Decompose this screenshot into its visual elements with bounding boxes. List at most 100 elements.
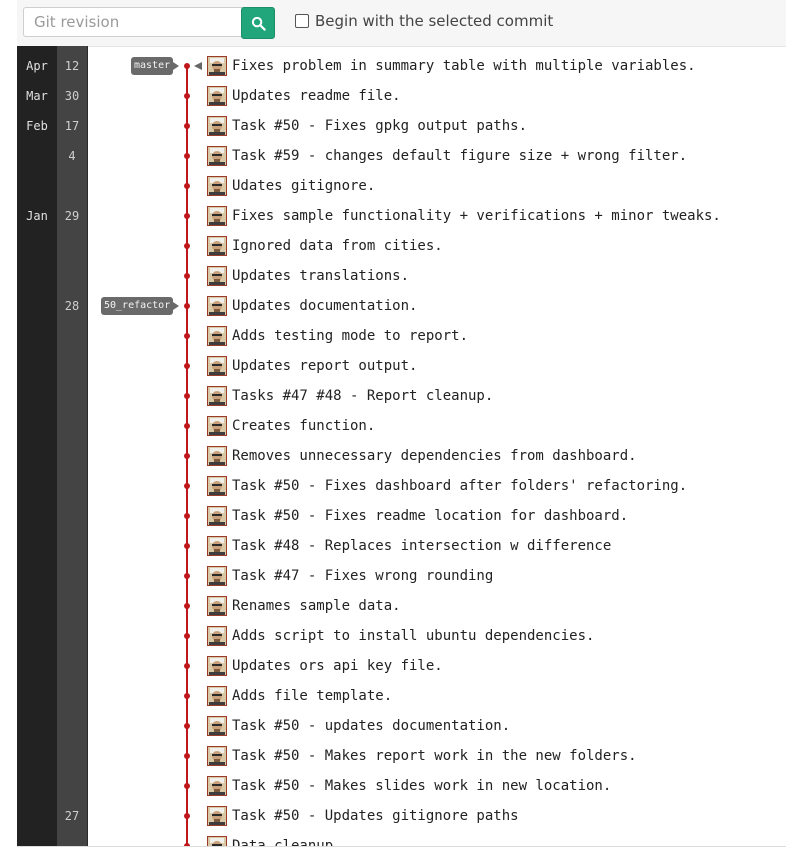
commit-message[interactable]: Removes unnecessary dependencies from da… [232, 448, 637, 464]
commit-row[interactable]: Removes unnecessary dependencies from da… [207, 441, 637, 471]
commit-row[interactable]: Adds script to install ubuntu dependenci… [207, 621, 594, 651]
commit-row[interactable]: Adds file template. [207, 681, 392, 711]
commit-dot[interactable] [184, 813, 190, 819]
commit-row[interactable]: Task #47 - Fixes wrong rounding [207, 561, 493, 591]
commit-row[interactable]: Task #50 - Fixes dashboard after folders… [207, 471, 687, 501]
commit-message[interactable]: Renames sample data. [232, 598, 401, 614]
commit-row[interactable]: Tasks #47 #48 - Report cleanup. [207, 381, 493, 411]
commit-row[interactable]: Data cleanup. [207, 831, 342, 846]
commit-dot[interactable] [184, 753, 190, 759]
commit-message[interactable]: Task #47 - Fixes wrong rounding [232, 568, 493, 584]
commit-dot[interactable] [184, 663, 190, 669]
commit-row[interactable]: Fixes problem in summary table with mult… [207, 51, 696, 81]
commit-row[interactable]: Updates report output. [207, 351, 417, 381]
commit-message[interactable]: Task #50 - Fixes readme location for das… [232, 508, 628, 524]
commit-dot[interactable] [184, 93, 190, 99]
commit-dot[interactable] [184, 363, 190, 369]
commit-message[interactable]: Data cleanup. [232, 838, 342, 846]
commit-dot[interactable] [184, 543, 190, 549]
git-revision-input[interactable] [23, 7, 248, 37]
commit-message[interactable]: Task #50 - Updates gitignore paths [232, 808, 519, 824]
commit-dot[interactable] [184, 573, 190, 579]
head-pointer-icon [194, 62, 202, 70]
commit-row[interactable]: Task #50 - Makes slides work in new loca… [207, 771, 611, 801]
author-avatar [207, 296, 227, 316]
commit-row[interactable]: Updates readme file. [207, 81, 401, 111]
commit-message[interactable]: Fixes problem in summary table with mult… [232, 58, 696, 74]
author-avatar [207, 566, 227, 586]
commit-message[interactable]: Fixes sample functionality + verificatio… [232, 208, 721, 224]
commit-dot[interactable] [184, 513, 190, 519]
search-button[interactable] [241, 7, 275, 39]
commit-message[interactable]: Updates report output. [232, 358, 417, 374]
commit-row[interactable]: Updates documentation. [207, 291, 417, 321]
author-avatar [207, 806, 227, 826]
commit-row[interactable]: Task #59 - changes default figure size +… [207, 141, 687, 171]
commit-message[interactable]: Tasks #47 #48 - Report cleanup. [232, 388, 493, 404]
commit-dot[interactable] [184, 723, 190, 729]
author-avatar [207, 146, 227, 166]
commit-message[interactable]: Adds testing mode to report. [232, 328, 468, 344]
commit-dot[interactable] [184, 333, 190, 339]
commit-dot[interactable] [184, 183, 190, 189]
commit-message[interactable]: Updates ors api key file. [232, 658, 443, 674]
commit-dot[interactable] [184, 273, 190, 279]
commit-row[interactable]: Updates ors api key file. [207, 651, 443, 681]
commit-row[interactable]: Task #50 - Fixes gpkg output paths. [207, 111, 527, 141]
commit-dot[interactable] [184, 633, 190, 639]
commit-message[interactable]: Task #50 - Fixes dashboard after folders… [232, 478, 687, 494]
commit-message[interactable]: Updates translations. [232, 268, 409, 284]
branch-label[interactable]: master [131, 57, 180, 75]
commit-message[interactable]: Task #59 - changes default figure size +… [232, 148, 687, 164]
commit-message[interactable]: Task #50 - updates documentation. [232, 718, 510, 734]
commit-dot[interactable] [184, 783, 190, 789]
commit-row[interactable]: Task #50 - Updates gitignore paths [207, 801, 519, 831]
search-icon [251, 16, 266, 31]
commit-message[interactable]: Ignored data from cities. [232, 238, 443, 254]
author-avatar [207, 836, 227, 846]
commit-message[interactable]: Creates function. [232, 418, 375, 434]
commit-row[interactable]: Udates gitignore. [207, 171, 375, 201]
commit-dot[interactable] [184, 153, 190, 159]
commit-message[interactable]: Task #50 - Fixes gpkg output paths. [232, 118, 527, 134]
branch-label[interactable]: 50_refactor [101, 297, 180, 315]
author-avatar [207, 56, 227, 76]
toolbar: Begin with the selected commit [17, 0, 786, 47]
author-avatar [207, 596, 227, 616]
commit-row[interactable]: Ignored data from cities. [207, 231, 443, 261]
commit-row[interactable]: Task #50 - Makes report work in the new … [207, 741, 637, 771]
commit-dot[interactable] [184, 603, 190, 609]
commit-dot[interactable] [184, 213, 190, 219]
commit-dot[interactable] [184, 63, 190, 69]
commit-dot[interactable] [184, 483, 190, 489]
commit-message[interactable]: Updates documentation. [232, 298, 417, 314]
begin-with-selected-checkbox[interactable] [295, 14, 309, 28]
commit-message[interactable]: Task #50 - Makes slides work in new loca… [232, 778, 611, 794]
commit-dot[interactable] [184, 843, 190, 846]
author-avatar [207, 656, 227, 676]
commit-row[interactable]: Task #50 - Fixes readme location for das… [207, 501, 628, 531]
author-avatar [207, 326, 227, 346]
commit-message[interactable]: Udates gitignore. [232, 178, 375, 194]
commit-message[interactable]: Updates readme file. [232, 88, 401, 104]
commit-dot[interactable] [184, 393, 190, 399]
commit-row[interactable]: Fixes sample functionality + verificatio… [207, 201, 721, 231]
commit-row[interactable]: Renames sample data. [207, 591, 401, 621]
commit-dot[interactable] [184, 423, 190, 429]
commit-row[interactable]: Creates function. [207, 411, 375, 441]
commit-row[interactable]: Adds testing mode to report. [207, 321, 468, 351]
commit-row[interactable]: Task #48 - Replaces intersection w diffe… [207, 531, 611, 561]
author-avatar [207, 206, 227, 226]
commit-row[interactable]: Task #50 - updates documentation. [207, 711, 510, 741]
commit-dot[interactable] [184, 123, 190, 129]
commit-dot[interactable] [184, 243, 190, 249]
commit-message[interactable]: Task #50 - Makes report work in the new … [232, 748, 637, 764]
commit-message[interactable]: Adds file template. [232, 688, 392, 704]
commit-message[interactable]: Task #48 - Replaces intersection w diffe… [232, 538, 611, 554]
commit-row[interactable]: Updates translations. [207, 261, 409, 291]
commit-dot[interactable] [184, 693, 190, 699]
commit-dot[interactable] [184, 303, 190, 309]
begin-with-selected-toggle[interactable]: Begin with the selected commit [295, 12, 553, 30]
commit-message[interactable]: Adds script to install ubuntu dependenci… [232, 628, 594, 644]
commit-dot[interactable] [184, 453, 190, 459]
